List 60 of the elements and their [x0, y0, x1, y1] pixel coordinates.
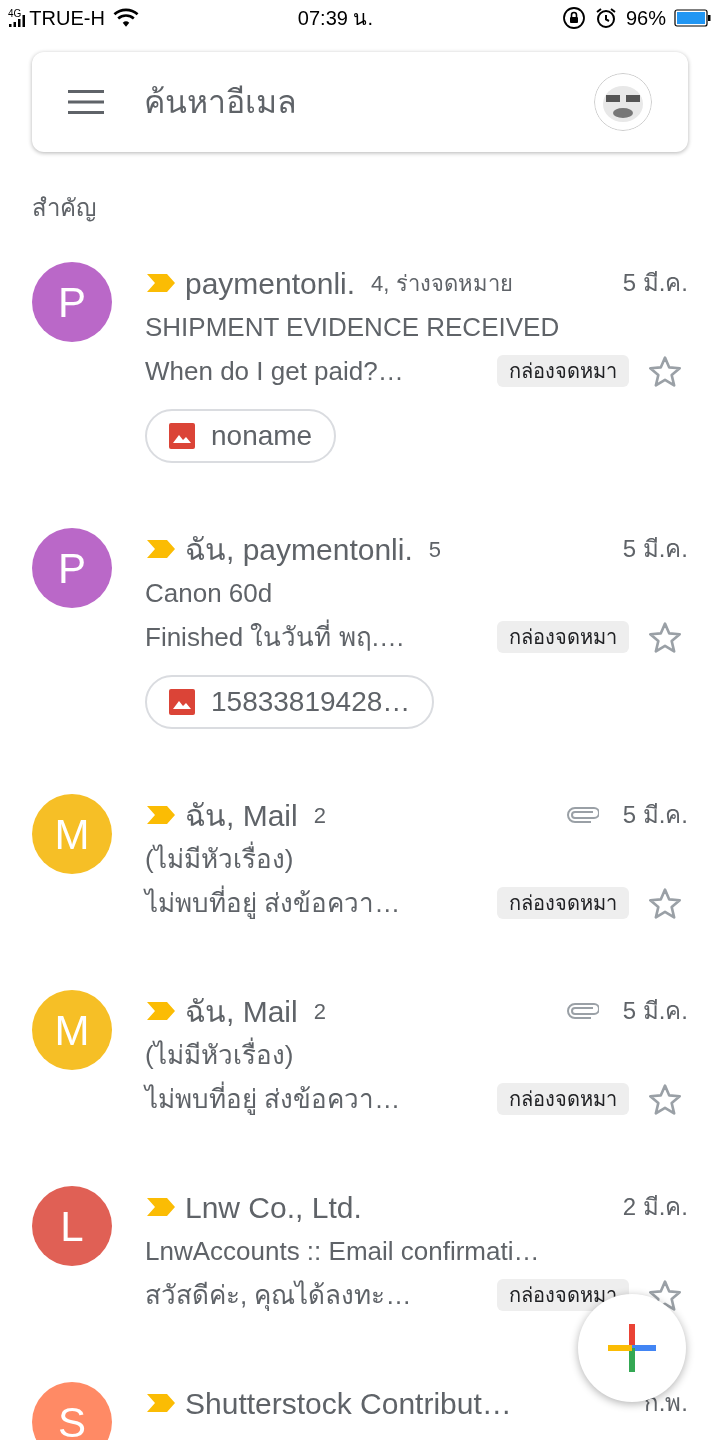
important-marker-icon[interactable] — [145, 538, 177, 560]
battery-percent: 96% — [625, 6, 666, 31]
inbox-label: กล่องจดหมา — [497, 355, 629, 387]
avatar[interactable]: P — [32, 528, 112, 608]
battery-icon — [674, 8, 712, 28]
email-preview: Finished ในวันที่ พฤ.… — [145, 618, 405, 654]
important-marker-icon[interactable] — [145, 1392, 177, 1414]
email-preview: When do I get paid?… — [145, 354, 404, 388]
search-field[interactable]: ค้นหาอีเมล — [144, 78, 594, 126]
avatar[interactable]: L — [32, 1186, 112, 1266]
message-count: 2 — [313, 801, 326, 830]
plus-icon — [608, 1324, 656, 1372]
email-subject: Canon 60d — [145, 576, 274, 610]
star-icon[interactable] — [649, 621, 681, 653]
inbox-label: กล่องจดหมา — [497, 887, 629, 919]
email-date: 5 มี.ค. — [622, 268, 688, 298]
important-marker-icon[interactable] — [145, 804, 177, 826]
sender-name: ฉัน, paymentonli. — [185, 531, 413, 568]
sender-name: ฉัน, Mail — [185, 797, 298, 834]
email-date: 5 มี.ค. — [622, 534, 688, 564]
important-marker-icon[interactable] — [145, 1196, 177, 1218]
inbox-label: กล่องจดหมา — [497, 1083, 629, 1115]
email-subject: LnwAccounts :: Email confirmati… — [145, 1234, 541, 1268]
sender-name: Lnw Co., Ltd. — [185, 1189, 362, 1226]
inbox-label: กล่องจดหมา — [497, 621, 629, 653]
image-icon — [169, 689, 195, 715]
search-bar[interactable]: ค้นหาอีเมล — [32, 52, 688, 152]
menu-icon[interactable] — [68, 89, 104, 115]
important-marker-icon[interactable] — [145, 272, 177, 294]
message-count: 4, ร่างจดหมาย — [371, 269, 513, 298]
network-type: 4G — [8, 7, 22, 21]
sender-name: ฉัน, Mail — [185, 993, 298, 1030]
email-date: 2 มี.ค. — [622, 1192, 688, 1222]
avatar[interactable]: P — [32, 262, 112, 342]
sender-name: Shutterstock Contribut… — [185, 1385, 512, 1422]
inbox-label: กล่องจดหมา — [497, 1279, 629, 1311]
star-icon[interactable] — [649, 1083, 681, 1115]
important-marker-icon[interactable] — [145, 1000, 177, 1022]
wifi-icon — [112, 8, 139, 28]
attachment-chip[interactable]: 15833819428… — [145, 675, 435, 729]
rotation-lock-icon — [561, 6, 586, 30]
clock-time: 07:39 น. — [297, 6, 373, 31]
email-preview: ไม่พบที่อยู่ ส่งข้อควา… — [145, 1080, 401, 1117]
star-icon[interactable] — [649, 355, 681, 387]
email-preview: ไม่พบที่อยู่ ส่งข้อควา… — [145, 884, 401, 921]
sender-name: paymentonli. — [185, 265, 356, 302]
star-icon[interactable] — [649, 887, 681, 919]
attachment-chip[interactable]: noname — [145, 409, 337, 463]
email-date: 5 มี.ค. — [622, 996, 688, 1026]
avatar[interactable]: S — [32, 1382, 112, 1440]
carrier-name: TRUE-H — [29, 6, 105, 31]
email-subject: (ไม่มีหัวเรื่อง) — [145, 1036, 295, 1072]
section-heading: สำคัญ — [32, 193, 97, 224]
message-count: 5 — [428, 535, 442, 564]
email-subject: SHIPMENT EVIDENCE RECEIVED — [145, 310, 561, 344]
email-preview: สวัสดีค่ะ, คุณได้ลงทะ… — [145, 1278, 412, 1313]
image-icon — [169, 423, 195, 449]
email-date: 5 มี.ค. — [622, 800, 688, 830]
email-subject: (ไม่มีหัวเรื่อง) — [145, 840, 295, 876]
message-count: 2 — [313, 997, 326, 1026]
